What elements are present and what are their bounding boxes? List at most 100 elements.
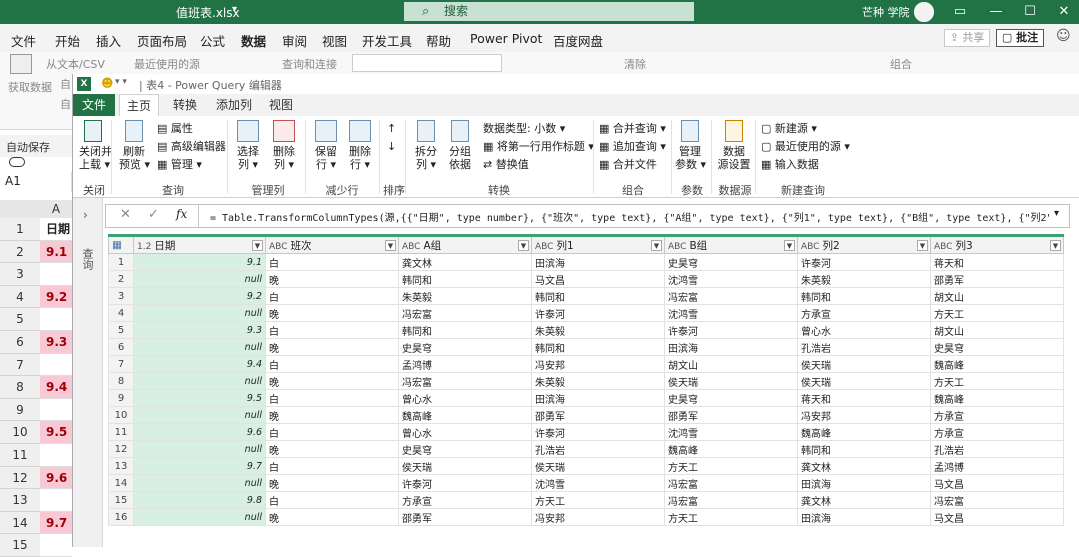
table-cell[interactable]: 方天工 — [664, 457, 798, 475]
table-cell[interactable]: 晚 — [265, 372, 399, 390]
row-header[interactable]: 2 — [0, 240, 40, 264]
table-row[interactable]: 14 null 晚许泰河 沈鸿雪 冯宏富 田滨海 马文昌 — [108, 474, 1064, 492]
table-row[interactable]: 7 9.4 白孟鸿博 冯安邦 胡文山 侯天瑞 魏高峰 — [108, 355, 1064, 373]
date-cell[interactable]: null — [133, 338, 266, 356]
table-cell[interactable]: 许泰河 — [797, 253, 931, 271]
table-cell[interactable]: 孔浩岩 — [797, 338, 931, 356]
table-cell[interactable]: 侯天瑞 — [398, 457, 532, 475]
table-cell[interactable]: 方承宣 — [398, 491, 532, 509]
table-cell[interactable]: 方承宣 — [797, 304, 931, 322]
table-cell[interactable]: 龚文林 — [797, 457, 931, 475]
table-cell[interactable]: 侯天瑞 — [797, 355, 931, 373]
table-cell[interactable]: 晚 — [265, 474, 399, 492]
table-cell[interactable]: 田滨海 — [664, 338, 798, 356]
preview-table[interactable]: ▦ 1.2 日期 ▼ ABC 班次 ▼ ABC A组 ▼ ABC 列1 ▼ ABC B组 ▼ ABC 列2 ▼ ABC… — [108, 234, 1064, 526]
date-cell[interactable]: null — [133, 372, 266, 390]
table-cell[interactable]: 韩同和 — [797, 440, 931, 458]
table-cell[interactable]: 孔浩岩 — [930, 440, 1064, 458]
row-header[interactable]: 8 — [0, 376, 40, 399]
data-grid[interactable]: ▦ 1.2 日期 ▼ ABC 班次 ▼ ABC A组 ▼ ABC 列1 ▼ ABC B组 ▼ ABC 列2 ▼ ABC… — [108, 234, 1070, 534]
feedback-smile-icon[interactable]: ☺ — [1056, 28, 1071, 44]
date-cell[interactable]: null — [133, 304, 266, 322]
stock-data-box[interactable] — [352, 54, 502, 72]
table-cell[interactable]: 龚文林 — [797, 491, 931, 509]
table-cell[interactable]: 马文昌 — [930, 508, 1064, 526]
menu-page-layout[interactable]: 页面布局 — [137, 31, 187, 50]
table-row[interactable]: 11 9.6 白曾心水 许泰河 沈鸿雪 魏高峰 方承宣 — [108, 423, 1064, 441]
row-header[interactable]: 3 — [0, 263, 40, 286]
queries-connections[interactable]: 查询和连接 — [282, 56, 337, 72]
column-header[interactable]: ABC 列3 ▼ — [930, 234, 1064, 254]
date-cell[interactable]: 9.6 — [133, 423, 266, 441]
table-cell[interactable]: 田滨海 — [797, 474, 931, 492]
menu-home[interactable]: 开始 — [55, 31, 80, 50]
table-cell[interactable]: 孔浩岩 — [531, 440, 665, 458]
table-cell[interactable]: 方天工 — [664, 508, 798, 526]
table-cell[interactable]: 许泰河 — [664, 321, 798, 339]
date-cell[interactable]: null — [133, 440, 266, 458]
advanced-editor-button[interactable]: ▤ 高级编辑器 — [157, 140, 226, 153]
table-cell[interactable]: 晚 — [265, 406, 399, 424]
confirm-formula-icon[interactable]: ✓ — [148, 207, 159, 222]
table-row[interactable]: 15 9.8 白方承宣 方天工 冯宏富 龚文林 冯宏富 — [108, 491, 1064, 509]
column-type-icon[interactable]: 1.2 — [137, 242, 151, 252]
table-row[interactable]: 13 9.7 白侯天瑞 侯天瑞 方天工 龚文林 孟鸿博 — [108, 457, 1064, 475]
row-header[interactable]: 11 — [0, 444, 40, 467]
name-box[interactable]: A1 — [0, 172, 72, 192]
tab-view[interactable]: 视图 — [261, 94, 301, 116]
date-cell[interactable]: 9.8 — [133, 491, 266, 509]
table-cell[interactable]: 侯天瑞 — [531, 457, 665, 475]
tab-file[interactable]: 文件 — [73, 94, 115, 116]
row-header[interactable]: 1 — [0, 218, 40, 241]
cell-a[interactable] — [40, 489, 72, 512]
table-cell[interactable]: 胡文山 — [930, 321, 1064, 339]
table-row[interactable]: 10 null 晚魏高峰 邵勇军 邵勇军 冯安邦 方承宣 — [108, 406, 1064, 424]
cell-a[interactable] — [40, 534, 72, 557]
filter-dropdown-icon[interactable]: ▼ — [651, 240, 662, 251]
date-cell[interactable]: null — [133, 508, 266, 526]
merge-queries-button[interactable]: ▦ 合并查询 ▾ — [599, 122, 666, 135]
table-cell[interactable]: 朱英毅 — [531, 372, 665, 390]
sort-descending-icon[interactable]: ↓ — [387, 140, 396, 153]
cell-a[interactable]: 9.5 — [40, 421, 72, 444]
group-outline[interactable]: 组合 — [890, 56, 912, 72]
properties-button[interactable]: ▤ 属性 — [157, 122, 193, 135]
table-cell[interactable]: 冯宏富 — [930, 491, 1064, 509]
table-cell[interactable]: 侯天瑞 — [797, 372, 931, 390]
row-header[interactable]: 14 — [0, 511, 40, 535]
table-cell[interactable]: 胡文山 — [664, 355, 798, 373]
table-cell[interactable]: 孟鸿博 — [930, 457, 1064, 475]
refresh-preview-button[interactable]: 刷新 预览 ▾ — [119, 120, 150, 171]
table-row[interactable]: 8 null 晚冯宏富 朱英毅 侯天瑞 侯天瑞 方天工 — [108, 372, 1064, 390]
row-header[interactable]: 15 — [0, 534, 40, 557]
column-type-icon[interactable]: ABC — [934, 242, 952, 252]
table-cell[interactable]: 魏高峰 — [797, 423, 931, 441]
date-cell[interactable]: null — [133, 406, 266, 424]
table-cell[interactable]: 侯天瑞 — [664, 372, 798, 390]
column-header-a[interactable]: A — [40, 200, 72, 218]
clear-filter[interactable]: 清除 — [624, 56, 646, 72]
table-cell[interactable]: 魏高峰 — [664, 440, 798, 458]
table-row[interactable]: 3 9.2 白朱英毅 韩同和 冯宏富 韩同和 胡文山 — [108, 287, 1064, 305]
smiley-icon[interactable]: ☻ — [101, 76, 114, 90]
table-cell[interactable]: 韩同和 — [398, 321, 532, 339]
table-cell[interactable]: 邵勇军 — [930, 270, 1064, 288]
menu-baidu-netdisk[interactable]: 百度网盘 — [553, 31, 603, 50]
table-cell[interactable]: 沈鸿雪 — [664, 270, 798, 288]
first-row-header-button[interactable]: ▦ 将第一行用作标题 ▾ — [483, 140, 594, 153]
get-data-label[interactable]: 获取数据 — [8, 82, 52, 94]
cell-a[interactable] — [40, 444, 72, 467]
table-cell[interactable]: 蒋天和 — [930, 253, 1064, 271]
workbook-filename[interactable]: 值班表.xlsx — [176, 4, 240, 21]
table-cell[interactable]: 冯宏富 — [398, 372, 532, 390]
column-type-icon[interactable]: ABC — [269, 242, 287, 252]
manage-button[interactable]: ▦ 管理 ▾ — [157, 158, 202, 171]
close-load-button[interactable]: 关闭并 上载 ▾ — [79, 120, 112, 171]
table-cell[interactable]: 邵勇军 — [664, 406, 798, 424]
table-row[interactable]: 6 null 晚史昊穹 韩同和 田滨海 孔浩岩 史昊穹 — [108, 338, 1064, 356]
table-cell[interactable]: 沈鸿雪 — [664, 423, 798, 441]
table-corner[interactable]: ▦ — [108, 234, 134, 254]
date-cell[interactable]: 9.7 — [133, 457, 266, 475]
menu-help[interactable]: 帮助 — [426, 31, 451, 50]
from-text-csv[interactable]: 从文本/CSV — [46, 56, 105, 72]
